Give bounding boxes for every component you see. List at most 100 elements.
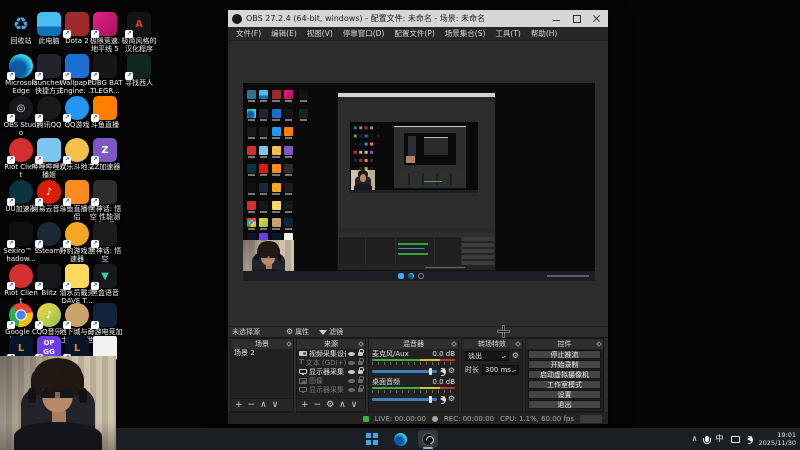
taskbar-edge-button[interactable]	[390, 430, 410, 448]
desktop-icon-zz-booster[interactable]: Z ↗ ZZ加速器	[87, 138, 123, 171]
menu-item-3[interactable]: 视图(V)	[302, 28, 338, 39]
visibility-eye-icon[interactable]	[348, 378, 355, 383]
desktop-icon-heibox-voice[interactable]: ▼ ↗ 黑盒语音	[87, 264, 123, 297]
duration-input[interactable]: 300 ms ▴▾	[482, 365, 519, 375]
desktop-icon-localization-tool[interactable]: A ↗ 极简风格的汉化程序	[121, 12, 157, 53]
menu-item-8[interactable]: 帮助(H)	[526, 28, 563, 39]
volume-slider[interactable]	[372, 395, 437, 403]
dota-2-icon: ↗	[63, 12, 89, 38]
dock-pin-icon[interactable]	[358, 341, 364, 347]
transition-select[interactable]: 淡出 ▴▾	[465, 351, 509, 361]
windows-start-icon	[366, 433, 378, 445]
desktop-icon-pubg[interactable]: ↗ PUBG BATTLEGR...	[87, 54, 123, 95]
mixer-channel: 桌面音频 0.0 dB ⚙	[369, 377, 458, 405]
spinner-icons[interactable]: ▴▾	[502, 354, 506, 358]
webcam-overlay[interactable]	[0, 356, 116, 450]
camera-source-icon	[299, 351, 307, 356]
remove-icon[interactable]: −	[314, 400, 322, 410]
dock-pin-icon[interactable]	[596, 341, 602, 347]
shortcut-arrow-icon: ↗	[7, 240, 15, 248]
minimize-button[interactable]	[550, 13, 564, 24]
filters-button[interactable]: 滤镜	[319, 327, 343, 337]
taskbar-clock[interactable]: 19:01 2025/11/30	[759, 431, 796, 447]
maximize-button[interactable]	[570, 13, 584, 24]
scene-row[interactable]: 场景 2	[231, 349, 293, 358]
shortcut-arrow-icon: ↗	[63, 198, 71, 206]
preview-icon-qiyou-booster	[283, 218, 293, 231]
desktop-icon-label: PUBG BATTLEGR...	[87, 79, 123, 95]
up-icon[interactable]: ∧	[260, 400, 267, 410]
mixer-db-value: 0.0 dB	[432, 378, 455, 386]
sekiro-icon: ↗	[7, 222, 33, 248]
menu-item-1[interactable]: 文件(F)	[231, 28, 266, 39]
lock-icon[interactable]	[358, 384, 364, 392]
source-row[interactable]: T 文本 (GDI+)	[297, 357, 365, 367]
preview-start-icon	[398, 273, 404, 279]
preview-icon-douyu-companion	[271, 164, 281, 177]
preview-icon-riot-client-2	[246, 201, 256, 214]
visibility-eye-icon[interactable]	[348, 360, 355, 365]
menu-item-6[interactable]: 场景集合(S)	[440, 28, 491, 39]
control-button-6[interactable]: 退出	[528, 400, 601, 409]
speaker-icon[interactable]	[439, 368, 446, 376]
up-icon[interactable]: ∧	[339, 400, 346, 410]
down-icon[interactable]: ∨	[272, 400, 279, 410]
menu-item-2[interactable]: 编辑(E)	[266, 28, 302, 39]
dock-pin-icon[interactable]	[451, 341, 457, 347]
gear-icon[interactable]: ⚙	[326, 400, 334, 410]
speaker-icon[interactable]	[439, 396, 446, 404]
lock-icon[interactable]	[358, 366, 364, 374]
dock-pin-icon[interactable]	[286, 341, 292, 347]
add-icon[interactable]: +	[235, 400, 243, 410]
ime-indicator[interactable]: 中	[716, 434, 724, 444]
desktop-icon-black-myth-wukong[interactable]: ↗ 黑神话: 悟空	[87, 222, 123, 263]
menu-item-7[interactable]: 工具(T)	[490, 28, 525, 39]
control-button-1[interactable]: 停止推流	[528, 350, 601, 359]
preview-level2-docks	[396, 173, 464, 185]
shortcut-arrow-icon: ↗	[125, 72, 133, 80]
volume-slider-handle[interactable]	[429, 367, 433, 375]
taskbar: ∧ 中 19:01 2025/11/30	[0, 428, 800, 450]
taskbar-obs-button[interactable]	[418, 430, 438, 449]
microphone-icon[interactable]	[702, 436, 711, 444]
menu-item-4[interactable]: 停靠窗口(D)	[338, 28, 390, 39]
visibility-eye-icon[interactable]	[348, 369, 355, 374]
shortcut-arrow-icon: ↗	[63, 321, 71, 329]
volume-slider-handle[interactable]	[429, 395, 433, 403]
control-button-4[interactable]: 工作室模式	[528, 380, 601, 389]
lock-icon[interactable]	[358, 375, 364, 383]
preview-canvas[interactable]	[243, 83, 595, 281]
lock-icon[interactable]	[358, 357, 364, 365]
shortcut-arrow-icon: ↗	[63, 156, 71, 164]
properties-button[interactable]: ⚙ 属性	[286, 327, 309, 337]
network-icon[interactable]	[730, 435, 740, 443]
volume-icon[interactable]	[746, 436, 753, 444]
lock-icon[interactable]	[358, 349, 364, 356]
tray-chevron-icon[interactable]: ∧	[692, 434, 698, 444]
preview-level2-icons	[350, 122, 353, 125]
status-indicator-box	[580, 414, 602, 423]
menu-item-5[interactable]: 配置文件(P)	[389, 28, 439, 39]
mixer-gear-icon[interactable]: ⚙	[448, 367, 455, 375]
visibility-eye-icon[interactable]	[348, 351, 355, 356]
start-button[interactable]	[362, 430, 382, 448]
desktop-icon-forza-horizon-5[interactable]: ↗ 极限竞速: 地平线 5	[87, 12, 123, 53]
source-row[interactable]: 显示器采集	[297, 384, 365, 394]
spinner-icons[interactable]: ▴▾	[512, 368, 516, 372]
down-icon[interactable]: ∨	[351, 400, 358, 410]
add-icon[interactable]: +	[301, 400, 309, 410]
mixer-gear-icon[interactable]: ⚙	[448, 395, 455, 403]
transition-gear-icon[interactable]: ⚙	[512, 352, 519, 360]
control-button-2[interactable]: 开始录制	[528, 360, 601, 369]
dock-pin-icon[interactable]	[515, 341, 521, 347]
close-button[interactable]	[590, 13, 604, 24]
desktop-icon-douyu-live[interactable]: ↗ 斗鱼直播	[87, 96, 123, 129]
desktop-icon-finding-game[interactable]: ↗ 寻找西人	[121, 54, 157, 87]
desktop-icon-wukong-benchmark[interactable]: ↗黑神话: 悟空 性能测试工具	[87, 180, 123, 222]
volume-slider[interactable]	[372, 367, 437, 375]
remove-icon[interactable]: −	[248, 400, 256, 410]
control-button-5[interactable]: 设置	[528, 390, 601, 399]
visibility-eye-icon[interactable]	[348, 387, 355, 392]
volume-meter	[372, 359, 455, 361]
control-button-3[interactable]: 启动虚拟摄像机	[528, 370, 601, 379]
